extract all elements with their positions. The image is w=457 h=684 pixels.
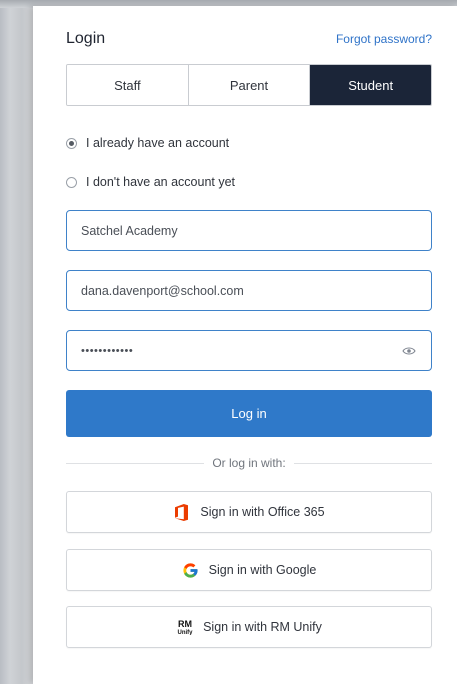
tab-student[interactable]: Student	[309, 65, 431, 105]
office365-icon	[173, 503, 191, 521]
svg-text:Unify: Unify	[178, 630, 194, 635]
divider-text: Or log in with:	[212, 456, 286, 470]
email-input[interactable]: dana.davenport@school.com	[66, 270, 432, 311]
password-input-value: ••••••••••••	[81, 344, 134, 357]
divider-line-right	[293, 462, 433, 464]
tab-parent[interactable]: Parent	[187, 65, 310, 105]
login-header: Login Forgot password?	[66, 27, 432, 51]
forgot-password-link[interactable]: Forgot password?	[336, 32, 432, 46]
rm-unify-signin-button[interactable]: RM Unify Sign in with RM Unify	[66, 606, 432, 648]
google-signin-button[interactable]: Sign in with Google	[66, 549, 432, 591]
login-button[interactable]: Log in	[66, 390, 432, 437]
radio-label: I already have an account	[86, 136, 230, 150]
tab-staff[interactable]: Staff	[67, 65, 188, 105]
rm-unify-signin-label: Sign in with RM Unify	[203, 620, 322, 634]
school-input[interactable]: Satchel Academy	[66, 210, 432, 251]
divider-line-left	[66, 462, 205, 464]
role-tabs: Staff Parent Student	[66, 64, 432, 106]
password-input[interactable]: ••••••••••••	[66, 330, 432, 371]
radio-label: I don't have an account yet	[86, 175, 236, 189]
school-input-value: Satchel Academy	[81, 223, 178, 238]
eye-icon[interactable]	[401, 345, 417, 357]
divider: Or log in with:	[66, 455, 433, 471]
google-icon	[182, 561, 200, 579]
email-input-value: dana.davenport@school.com	[81, 283, 244, 298]
radio-have-account[interactable]: I already have an account	[66, 133, 366, 153]
svg-text:RM: RM	[178, 619, 192, 629]
rm-unify-icon: RM Unify	[176, 618, 194, 636]
radio-no-account[interactable]: I don't have an account yet	[66, 172, 366, 192]
radio-button-checked[interactable]	[66, 137, 77, 149]
office365-signin-label: Sign in with Office 365	[200, 505, 325, 519]
office365-signin-button[interactable]: Sign in with Office 365	[66, 491, 432, 533]
google-signin-label: Sign in with Google	[208, 563, 317, 577]
page-title: Login	[66, 30, 106, 47]
radio-button-unchecked[interactable]	[66, 176, 77, 188]
